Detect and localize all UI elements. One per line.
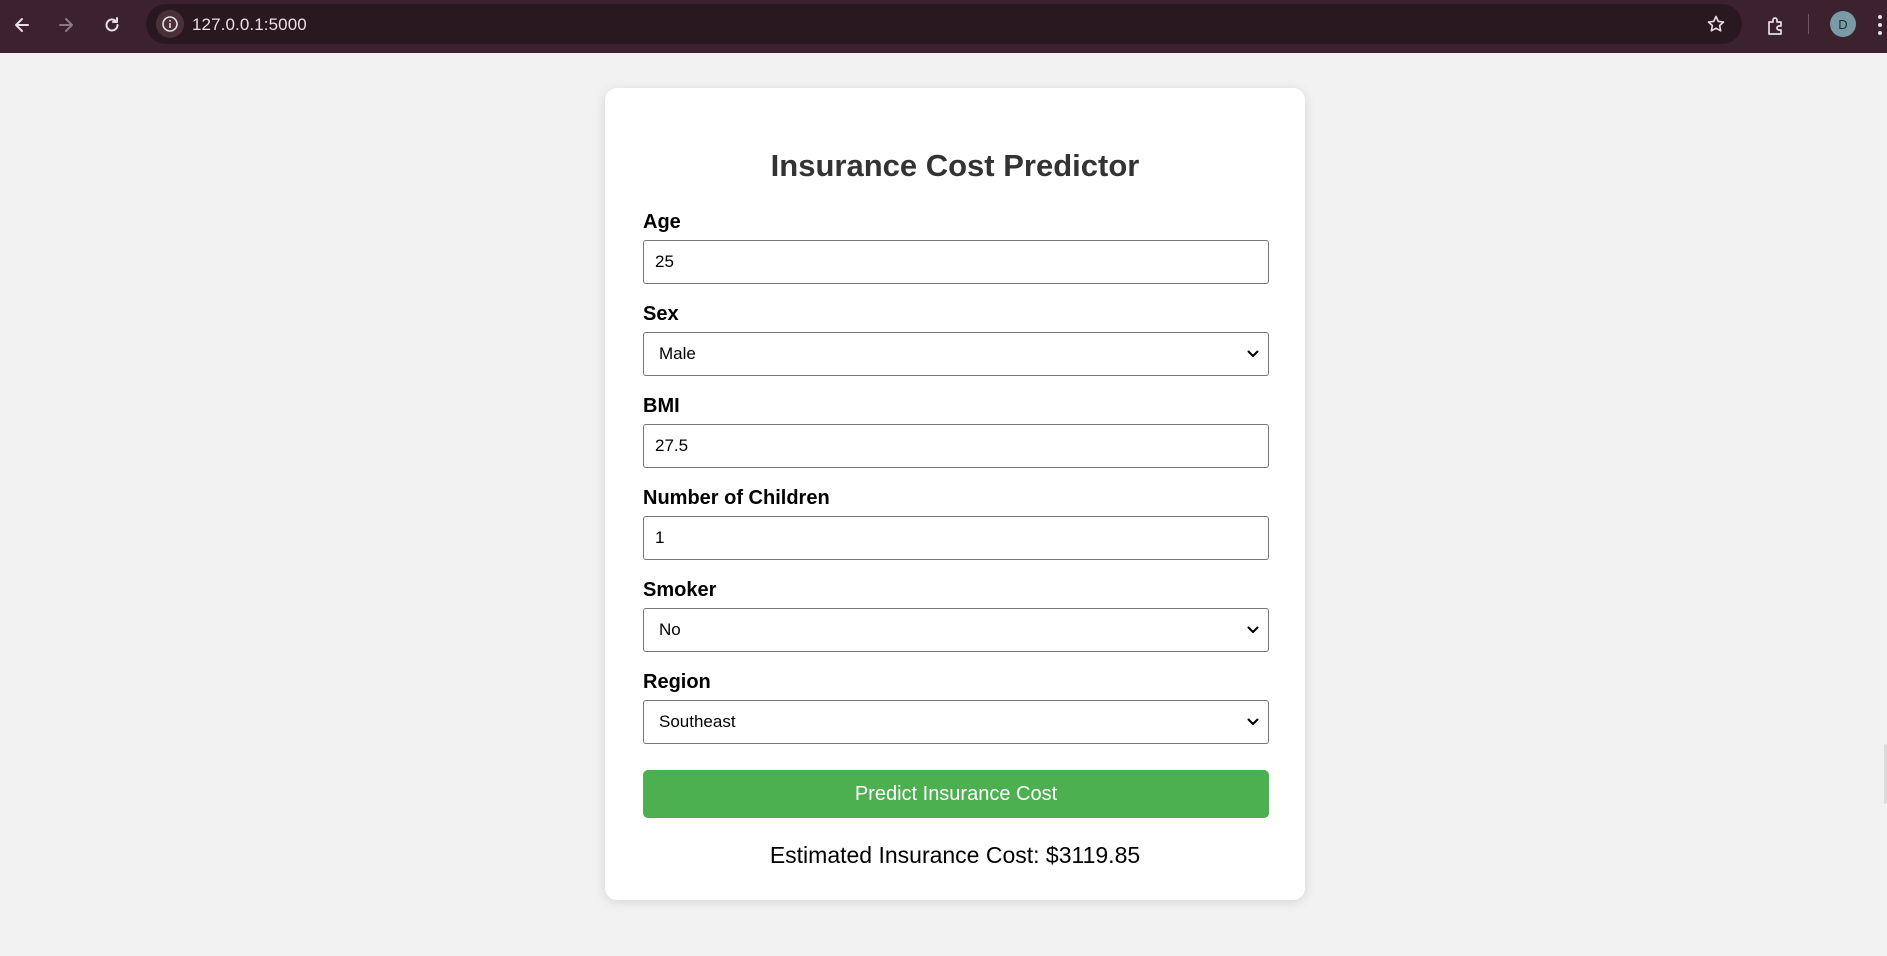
address-bar[interactable]: 127.0.0.1:5000	[146, 4, 1742, 44]
chevron-down-icon	[1247, 626, 1259, 633]
page-title: Insurance Cost Predictor	[770, 148, 1140, 183]
site-info-button[interactable]	[156, 10, 184, 38]
browser-toolbar: 127.0.0.1:5000 D	[0, 0, 1887, 53]
children-group: Number of Children 1	[643, 486, 1269, 560]
chevron-down-icon	[1247, 718, 1259, 725]
age-value: 25	[655, 252, 674, 271]
arrow-right-icon	[59, 18, 73, 32]
region-value: Southeast	[659, 712, 736, 731]
toolbar-divider	[1808, 14, 1809, 34]
smoker-select[interactable]: No	[643, 608, 1269, 652]
reload-button[interactable]	[94, 7, 130, 43]
age-label: Age	[643, 211, 681, 233]
smoker-group: Smoker No	[643, 578, 1269, 652]
smoker-value: No	[659, 620, 681, 639]
insurance-form: Age 25 Sex Male BMI 27.5 Number of Child…	[643, 210, 1269, 869]
region-label: Region	[643, 671, 711, 693]
star-icon	[1707, 15, 1725, 32]
sex-label: Sex	[643, 303, 679, 325]
reload-icon	[105, 17, 119, 32]
predictor-card: Insurance Cost Predictor Age 25 Sex Male…	[605, 88, 1305, 900]
result-text: Estimated Insurance Cost: $3119.85	[769, 842, 1141, 868]
kebab-menu-icon[interactable]	[1872, 10, 1887, 40]
sex-select[interactable]: Male	[643, 332, 1269, 376]
profile-avatar[interactable]: D	[1830, 11, 1856, 37]
sex-value: Male	[659, 344, 696, 363]
bmi-value: 27.5	[655, 436, 689, 455]
predict-button[interactable]: Predict Insurance Cost	[643, 770, 1269, 818]
forward-button[interactable]	[48, 7, 84, 43]
age-group: Age 25	[643, 210, 1269, 284]
puzzle-icon	[1768, 17, 1782, 35]
bmi-group: BMI 27.5	[643, 394, 1269, 468]
region-group: Region Southeast	[643, 670, 1269, 744]
children-label: Number of Children	[643, 487, 830, 509]
chevron-down-icon	[1247, 350, 1259, 357]
extensions-button[interactable]	[1758, 8, 1794, 44]
url-text[interactable]: 127.0.0.1:5000	[192, 15, 307, 35]
info-icon	[162, 16, 178, 32]
arrow-left-icon	[15, 18, 29, 32]
region-select[interactable]: Southeast	[643, 700, 1269, 744]
children-value: 1	[655, 528, 665, 547]
back-button[interactable]	[4, 7, 40, 43]
children-input[interactable]: 1	[643, 516, 1269, 560]
bmi-input[interactable]: 27.5	[643, 424, 1269, 468]
bookmark-button[interactable]	[1700, 8, 1732, 40]
sex-group: Sex Male	[643, 302, 1269, 376]
bmi-label: BMI	[643, 395, 680, 417]
age-input[interactable]: 25	[643, 240, 1269, 284]
smoker-label: Smoker	[643, 579, 717, 601]
